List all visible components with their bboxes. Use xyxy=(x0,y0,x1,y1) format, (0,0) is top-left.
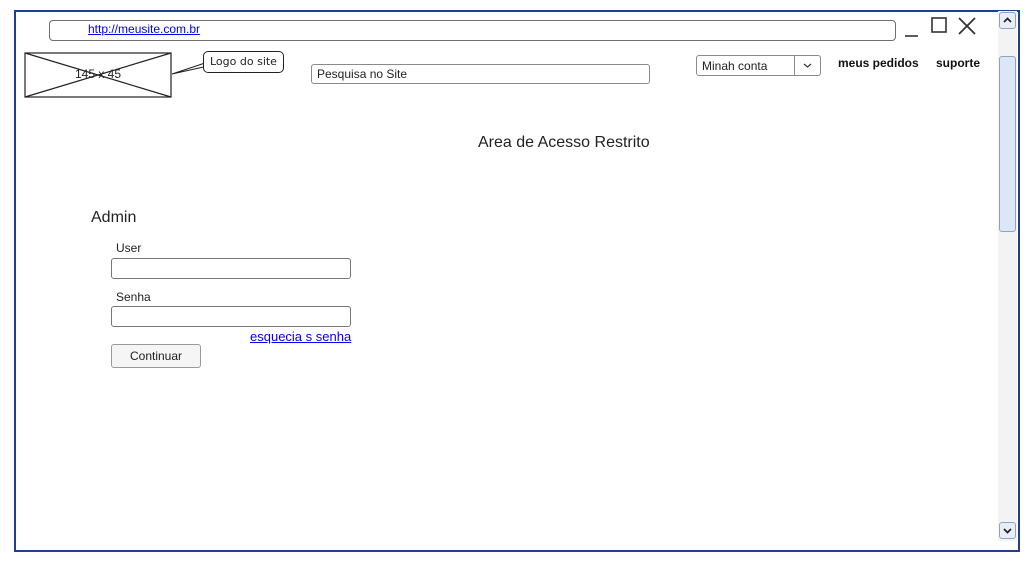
chevron-down-icon-svg xyxy=(803,63,812,68)
chevron-up-icon[interactable] xyxy=(999,12,1016,29)
logo-size-label: 145 x 45 xyxy=(74,67,122,81)
forgot-password-link[interactable]: esquecia s senha xyxy=(250,329,351,344)
nav-link-meus-pedidos[interactable]: meus pedidos xyxy=(838,56,919,70)
close-icon[interactable] xyxy=(955,14,979,38)
user-input[interactable] xyxy=(111,258,351,279)
chevron-up-icon-svg xyxy=(1003,17,1012,23)
senha-label: Senha xyxy=(116,290,151,304)
maximize-icon[interactable] xyxy=(927,14,951,38)
chevron-down-icon[interactable] xyxy=(999,522,1016,539)
search-input[interactable]: Pesquisa no Site xyxy=(311,64,650,84)
scrollbar-thumb[interactable] xyxy=(999,56,1016,232)
logo-callout: Logo do site xyxy=(203,51,284,73)
minimize-icon[interactable] xyxy=(900,14,924,38)
site-url-link[interactable]: http://meusite.com.br xyxy=(88,22,200,36)
account-select[interactable]: Minah conta xyxy=(696,55,821,76)
chevron-down-icon[interactable] xyxy=(794,56,820,75)
minimize-icon-svg xyxy=(905,35,918,37)
senha-input[interactable] xyxy=(111,306,351,327)
account-select-value: Minah conta xyxy=(702,59,768,73)
section-title: Admin xyxy=(91,209,137,226)
maximize-icon-svg xyxy=(931,17,947,33)
page-title: Area de Acesso Restrito xyxy=(478,134,650,151)
scroll-down-icon-svg xyxy=(1003,528,1012,534)
nav-link-suporte[interactable]: suporte xyxy=(936,56,980,70)
continue-button[interactable]: Continuar xyxy=(111,344,201,368)
user-label: User xyxy=(116,241,142,255)
close-icon-svg xyxy=(958,17,976,35)
